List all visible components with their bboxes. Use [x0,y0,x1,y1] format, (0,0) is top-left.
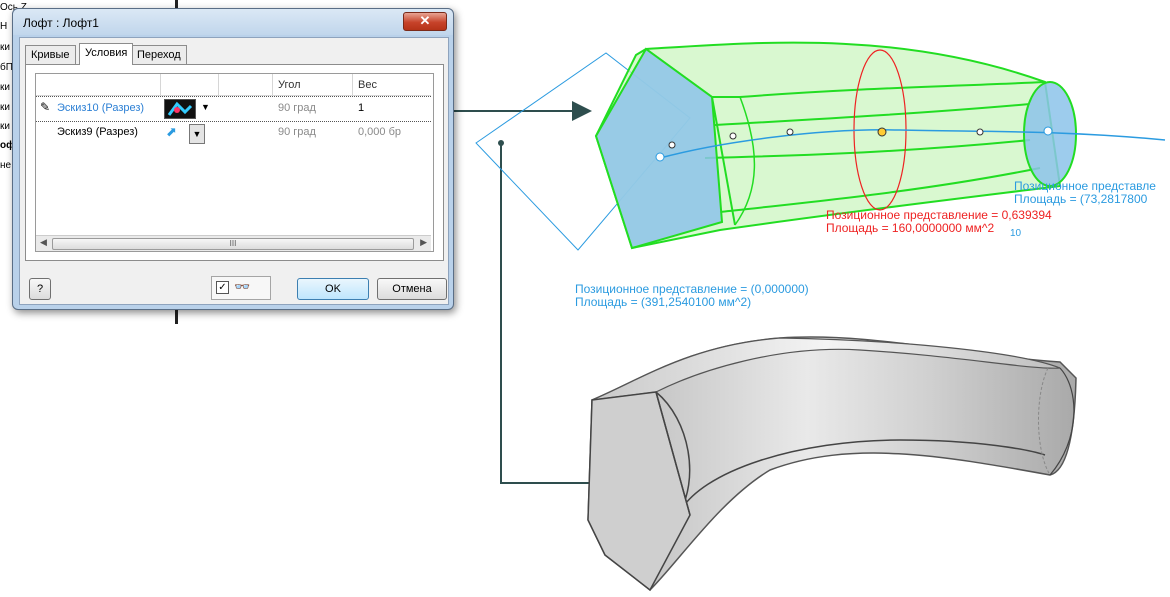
help-button[interactable]: ? [29,278,51,300]
column-header-icon [161,74,219,96]
conditions-panel: Угол Вес ✎ Эскиз10 (Разрез) ▼ 90 град 1 [25,64,444,261]
scroll-left-icon[interactable]: ◀ [40,237,47,248]
solid-loft [587,336,1077,592]
condition-swatch-icon[interactable] [164,99,196,119]
screenshot-scene: Ось Z Н ки бП ки ки ки оф не Позиционное… [0,0,1170,597]
pencil-icon: ✎ [40,100,51,114]
free-condition-icon[interactable]: ⬈ [166,124,177,140]
row-weight[interactable]: 1 [358,102,364,114]
conditions-table: Угол Вес ✎ Эскиз10 (Разрез) ▼ 90 град 1 [35,73,434,252]
preview-toggle-group: ✓ 👓 [211,276,271,300]
scroll-thumb[interactable]: III [52,238,414,250]
left-section-area: Площадь = (391,2540100 мм^2) [575,295,751,309]
loft-dialog: Лофт : Лофт1 ✕ Кривые Условия Переход Уг… [12,8,454,310]
preview-checkbox[interactable]: ✓ [216,281,229,294]
glasses-icon: 👓 [234,279,251,294]
ok-button[interactable]: OK [297,278,369,300]
scroll-right-icon[interactable]: ▶ [420,237,427,248]
row-angle: 90 град [278,102,316,114]
tab-curves[interactable]: Кривые [25,45,76,65]
horizontal-scrollbar[interactable]: ◀ III ▶ [36,235,431,251]
close-button[interactable]: ✕ [403,12,447,31]
dialog-titlebar[interactable]: Лофт : Лофт1 ✕ [13,9,453,35]
tab-conditions[interactable]: Условия [79,43,134,65]
column-header-weight: Вес [353,74,431,96]
row-name: Эскиз10 (Разрез) [57,102,145,114]
row-name: Эскиз9 (Разрез) [57,126,138,138]
row-weight: 0,000 бр [358,126,402,138]
mid-section-position: Позиционное представление = 0,639394 [826,208,1052,222]
row-angle: 90 град [278,126,316,138]
table-row[interactable]: ✎ Эскиз10 (Разрез) ▼ 90 град 1 [36,96,431,122]
tab-transition[interactable]: Переход [131,45,187,65]
left-section-position: Позиционное представление = (0,000000) [575,282,809,296]
right-section-position: Позиционное представле [1014,179,1156,193]
column-header-angle: Угол [273,74,353,96]
dialog-client: Кривые Условия Переход Угол Вес ✎ Эскиз1… [19,37,449,305]
mid-section-area: Площадь = 160,0000000 мм^2 [826,221,994,235]
tick-label: 10 [1010,228,1022,239]
table-row[interactable]: Эскиз9 (Разрез) ⬈ ▼ 90 град 0,000 бр [36,121,431,145]
cancel-button[interactable]: Отмена [377,278,447,300]
column-header-spacer [219,74,273,96]
chevron-down-icon[interactable]: ▼ [201,102,210,112]
chevron-down-icon[interactable]: ▼ [189,124,205,144]
right-section-area: Площадь = (73,2817800 [1014,192,1148,206]
dialog-title: Лофт : Лофт1 [23,16,99,30]
column-header-name [36,74,161,96]
